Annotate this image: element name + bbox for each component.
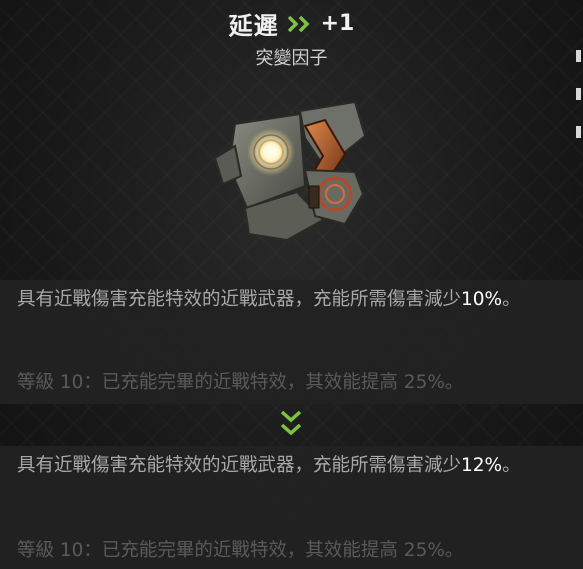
mutator-name: 延遲: [228, 12, 279, 40]
double-chevron-down-icon: [278, 408, 304, 440]
current-level-bonus: 等級 10：已充能完畢的近戰特效，其效能提高 25%。: [17, 372, 464, 393]
current-description-text: 具有近戰傷害充能特效的近戰武器，充能所需傷害減少: [17, 289, 462, 310]
current-value-suffix: 。: [502, 289, 521, 310]
next-description-text: 具有近戰傷害充能特效的近戰武器，充能所需傷害減少: [17, 455, 462, 476]
mutator-type: 突變因子: [255, 48, 328, 69]
next-description: 具有近戰傷害充能特效的近戰武器，充能所需傷害減少12%。: [17, 451, 561, 481]
current-rank-block: 具有近戰傷害充能特效的近戰武器，充能所需傷害減少10%。 等級 10：已充能完畢…: [0, 280, 583, 404]
next-value: 12%: [461, 455, 503, 476]
next-level-bonus: 等級 10：已充能完畢的近戰特效，其效能提高 25%。: [17, 540, 464, 561]
current-description: 具有近戰傷害充能特效的近戰武器，充能所需傷害減少10%。: [17, 285, 561, 315]
title-row: 延遲 +1: [0, 6, 583, 41]
side-edge-marks: [573, 40, 583, 200]
mutator-tooltip: 延遲 +1 突變因子 具有近戰傷害充能特效的近戰武器，充能所需傷害減少10%。 …: [0, 0, 583, 569]
current-value: 10%: [461, 289, 503, 310]
mutator-item-icon: [205, 96, 375, 256]
next-value-suffix: 。: [502, 455, 521, 476]
next-rank-block: 具有近戰傷害充能特效的近戰武器，充能所需傷害減少12%。 等級 10：已充能完畢…: [0, 446, 583, 569]
rank-change: +1: [320, 11, 355, 36]
tooltip-header: 延遲 +1 突變因子: [0, 0, 583, 70]
double-chevron-right-icon: [287, 12, 313, 36]
